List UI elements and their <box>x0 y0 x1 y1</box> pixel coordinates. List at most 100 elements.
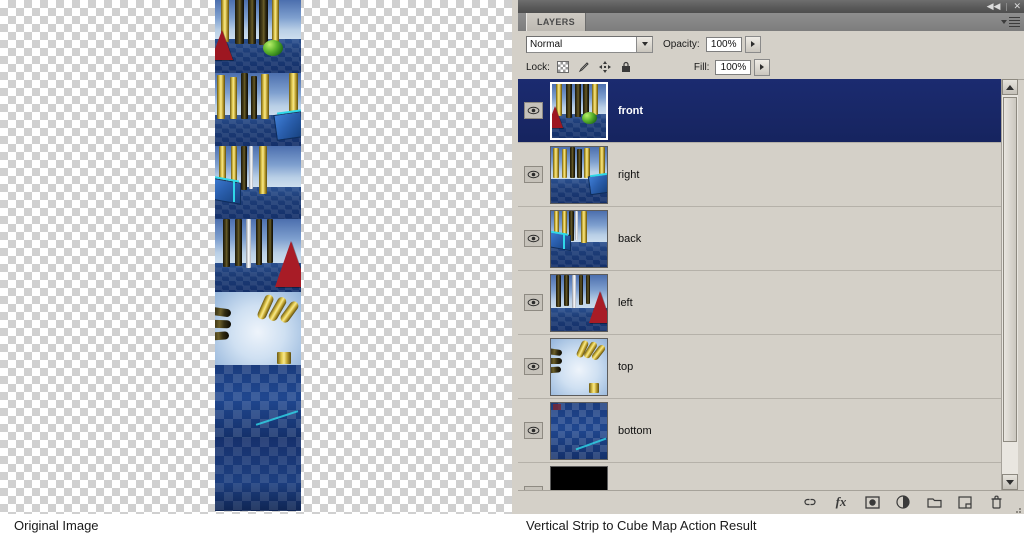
layer-name: back <box>618 232 642 245</box>
lock-all-icon[interactable] <box>620 61 632 73</box>
layer-thumbnail[interactable] <box>548 81 610 140</box>
layer-visibility-toggle[interactable] <box>518 358 548 375</box>
close-icon[interactable]: ✕ <box>1013 0 1021 13</box>
pillar <box>241 146 247 190</box>
delete-layer-icon[interactable] <box>988 494 1004 510</box>
table-row[interactable]: bottom <box>518 399 1012 463</box>
fill-slider-arrow[interactable] <box>754 58 771 76</box>
panel-titlebar: ◀◀ ✕ <box>518 0 1024 14</box>
pillar <box>259 0 268 45</box>
table-row[interactable]: back <box>518 207 1012 271</box>
layer-name: right <box>618 168 640 181</box>
layer-visibility-toggle[interactable] <box>518 422 548 439</box>
strip-face <box>215 365 301 438</box>
pillar <box>248 0 256 44</box>
panel-tab-row: LAYERS <box>518 13 1024 32</box>
titlebar-controls: ◀◀ ✕ <box>987 0 1021 13</box>
lock-position-icon[interactable] <box>598 61 611 73</box>
table-row[interactable]: top <box>518 335 1012 399</box>
lock-label: Lock: <box>526 61 550 73</box>
layer-list-scrollbar[interactable] <box>1001 79 1018 490</box>
pillar <box>259 146 267 194</box>
blend-mode-select[interactable]: Normal <box>526 35 653 53</box>
pillar <box>241 73 248 119</box>
lock-transparency-icon[interactable] <box>556 61 569 73</box>
layer-name: left <box>618 296 633 309</box>
layer-thumbnail[interactable] <box>548 465 610 490</box>
pillar <box>251 76 257 119</box>
chevron-down-icon <box>1001 20 1007 24</box>
opacity-slider-arrow[interactable] <box>744 35 761 53</box>
layer-thumbnail[interactable] <box>548 209 610 268</box>
layer-thumbnail[interactable] <box>548 337 610 396</box>
blend-mode-value: Normal <box>530 38 563 50</box>
layer-toolbar-icons: fx <box>802 494 1004 510</box>
sphere <box>263 40 283 56</box>
opacity-input[interactable]: 100% <box>705 36 742 52</box>
layer-controls: Normal Opacity: 100% Lock: Fill: 100% <box>518 31 1024 80</box>
table-row[interactable]: front <box>518 79 1012 143</box>
screenshot-root: ◀◀ ✕ LAYERS Normal Opacity: 100% Lock: F… <box>0 0 1024 544</box>
table-row[interactable]: left <box>518 271 1012 335</box>
pillar <box>215 319 232 329</box>
table-row[interactable]: right <box>518 143 1012 207</box>
layer-thumbnail[interactable] <box>548 273 610 332</box>
link-layers-icon[interactable] <box>802 494 818 510</box>
layer-thumbnail[interactable] <box>548 401 610 460</box>
scroll-up-button[interactable] <box>1002 79 1018 95</box>
fill-label: Fill: <box>693 61 710 73</box>
opacity-label: Opacity: <box>663 38 700 50</box>
vertical-strip-image <box>215 0 301 514</box>
pillar <box>230 77 237 119</box>
blend-mode-row: Normal Opacity: 100% <box>526 33 1016 55</box>
strip-face <box>215 219 301 292</box>
table-row[interactable]: Background <box>518 463 1012 490</box>
pillar <box>249 146 253 189</box>
pillar <box>246 219 251 268</box>
collapse-panel-icon[interactable]: ◀◀ <box>987 0 1001 13</box>
cone <box>275 241 301 287</box>
cube <box>273 111 301 141</box>
titlebar-divider <box>1006 2 1008 11</box>
pillar <box>256 219 262 265</box>
lock-row: Lock: Fill: 100% <box>526 56 1016 78</box>
adjustment-layer-icon[interactable] <box>895 494 911 510</box>
resize-grip[interactable] <box>1013 505 1021 513</box>
chevron-down-icon[interactable] <box>636 36 652 52</box>
layer-mask-icon[interactable] <box>864 494 880 510</box>
new-layer-icon[interactable] <box>957 494 973 510</box>
layer-panel-toolbar: fx <box>518 490 1024 514</box>
panel-menu-icon[interactable] <box>1001 15 1020 29</box>
layer-style-fx-icon[interactable]: fx <box>833 494 849 510</box>
layer-name: bottom <box>618 424 652 437</box>
strip-face <box>215 292 301 365</box>
tab-layers[interactable]: LAYERS <box>526 13 587 31</box>
fill-input[interactable]: 100% <box>715 59 752 75</box>
photoshop-layers-panel: ◀◀ ✕ LAYERS Normal Opacity: 100% Lock: F… <box>512 0 1024 514</box>
lock-image-icon[interactable] <box>578 61 590 73</box>
layer-visibility-toggle[interactable] <box>518 294 548 311</box>
layer-visibility-toggle[interactable] <box>518 230 548 247</box>
cone <box>215 30 233 60</box>
layer-list[interactable]: front right back left top bottom <box>518 79 1013 490</box>
pillar <box>277 352 291 364</box>
pillar <box>289 73 298 113</box>
layer-thumbnail[interactable] <box>548 145 610 204</box>
strip-face <box>215 438 301 511</box>
pillar <box>272 0 279 42</box>
new-group-icon[interactable] <box>926 494 942 510</box>
layer-visibility-toggle[interactable] <box>518 102 548 119</box>
tab-layers-label: LAYERS <box>537 17 576 27</box>
layer-name: front <box>618 104 644 117</box>
pillar <box>267 219 273 263</box>
hamburger-icon <box>1009 15 1020 29</box>
scroll-down-button[interactable] <box>1002 474 1018 490</box>
caption-original-image: Original Image <box>14 518 99 533</box>
scrollbar-thumb[interactable] <box>1003 97 1017 442</box>
strip-face <box>215 73 301 146</box>
strip-face <box>215 0 301 73</box>
layer-visibility-toggle[interactable] <box>518 166 548 183</box>
pillar <box>235 219 242 266</box>
cyan-edge <box>233 180 235 202</box>
original-image-canvas <box>0 0 512 514</box>
